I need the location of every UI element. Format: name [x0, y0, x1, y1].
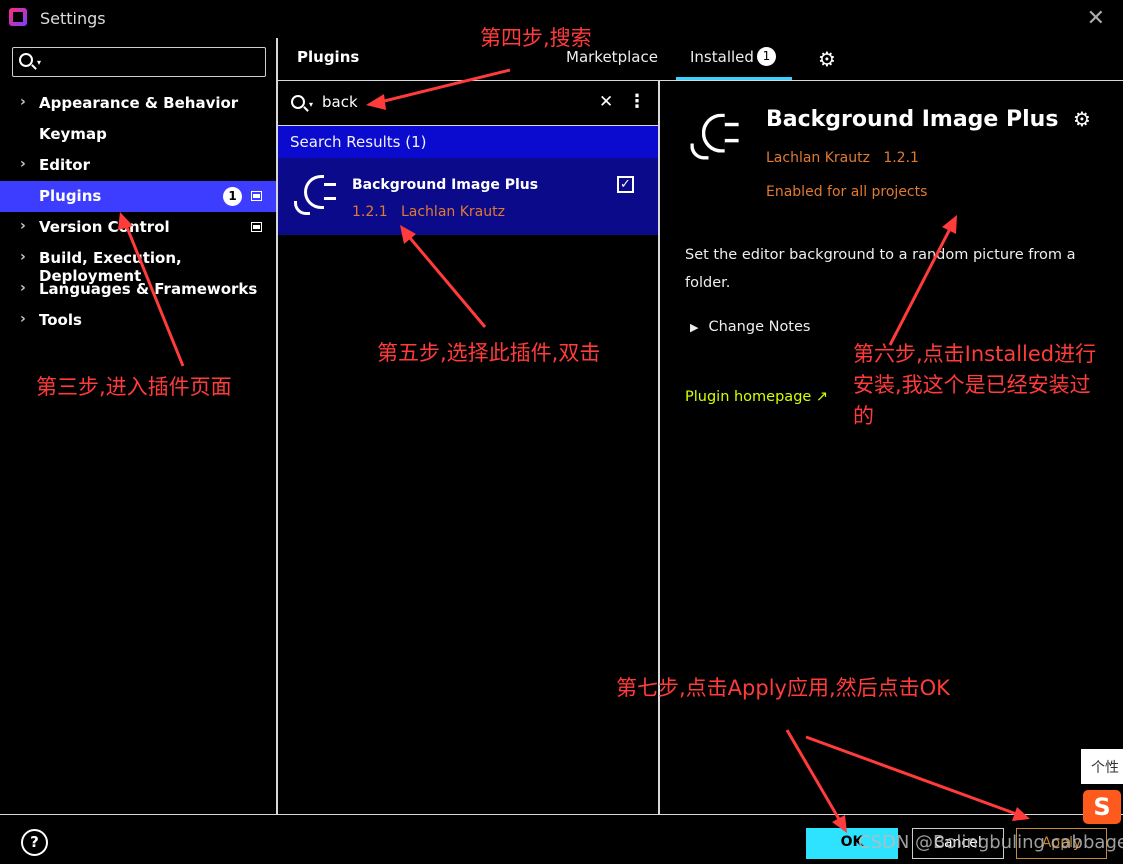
- project-scope-icon: [251, 222, 262, 232]
- tab-installed-label: Installed: [690, 48, 754, 66]
- active-tab-indicator: [676, 77, 792, 80]
- chevron-right-icon: ›: [20, 218, 26, 234]
- sidebar-item-editor[interactable]: › Editor: [0, 150, 276, 181]
- plugin-description: Set the editor background to a random pi…: [685, 247, 1076, 291]
- plugin-plug-icon: [292, 171, 338, 217]
- plugin-search-input[interactable]: back: [322, 93, 358, 111]
- search-results-label: Search Results (1): [290, 133, 427, 151]
- chevron-right-icon: ›: [20, 249, 26, 265]
- plugin-vendor: Lachlan Krautz: [400, 204, 505, 220]
- search-icon: [291, 95, 305, 109]
- chevron-right-icon: ›: [20, 94, 26, 110]
- search-results-header: Search Results (1): [278, 126, 658, 158]
- sidebar-item-version-control[interactable]: › Version Control: [0, 212, 276, 243]
- search-icon: [19, 53, 33, 67]
- settings-sidebar: ▾ › Appearance & Behavior Keymap › Edito…: [0, 38, 276, 814]
- chevron-right-icon: ›: [20, 156, 26, 172]
- plugin-plug-icon: [688, 109, 741, 162]
- sidebar-item-label: Tools: [39, 311, 82, 329]
- plugin-name: Background Image Plus: [352, 177, 539, 193]
- csdn-watermark: CSDN @Bolingbuling cabbage: [858, 832, 1123, 853]
- annotation-step6-line2: 安装,我这个是已经安装过: [853, 373, 1091, 397]
- gear-icon[interactable]: ⚙: [818, 47, 836, 71]
- change-notes-toggle[interactable]: ▶ Change Notes: [690, 319, 810, 335]
- sidebar-item-keymap[interactable]: Keymap: [0, 119, 276, 150]
- annotation-step7: 第七步,点击Apply应用,然后点击OK: [616, 676, 950, 700]
- plugin-version: 1.2.1: [352, 204, 388, 220]
- plugin-detail-pane: Background Image Plus ⚙ Lachlan Krautz 1…: [660, 81, 1123, 814]
- detail-vendor[interactable]: Lachlan Krautz: [766, 150, 870, 166]
- ime-tooltip: 个性: [1081, 749, 1123, 784]
- sidebar-item-label: Plugins: [39, 187, 102, 205]
- plugin-search-field[interactable]: ▾ back ✕ ⋮: [278, 81, 658, 125]
- installed-count-badge: 1: [757, 47, 776, 66]
- detail-plugin-name: Background Image Plus: [766, 107, 1059, 132]
- detail-version: 1.2.1: [883, 150, 919, 166]
- sidebar-item-label: Appearance & Behavior: [39, 94, 239, 112]
- intellij-logo-icon: [9, 8, 27, 26]
- sidebar-item-appearance[interactable]: › Appearance & Behavior: [0, 88, 276, 119]
- enabled-status: Enabled for all projects: [766, 184, 928, 200]
- update-count-badge: 1: [223, 187, 242, 206]
- annotation-step6: 第六步,点击Installed进行 安装,我这个是已经安装过 的: [853, 339, 1096, 432]
- expand-triangle-icon: ▶: [690, 321, 699, 334]
- close-icon[interactable]: ✕: [1087, 6, 1105, 31]
- plugins-header: Plugins Marketplace Installed 1 ⚙: [278, 38, 1123, 80]
- sogou-ime-icon[interactable]: S: [1083, 790, 1121, 824]
- sidebar-item-label: Languages & Frameworks: [39, 280, 258, 298]
- list-item[interactable]: Background Image Plus 1.2.1 Lachlan Krau…: [278, 158, 658, 235]
- dropdown-caret-icon: ▾: [37, 58, 42, 67]
- chevron-right-icon: ›: [20, 311, 26, 327]
- clear-icon[interactable]: ✕: [599, 92, 613, 112]
- annotation-step6-line3: 的: [853, 404, 874, 428]
- settings-search-field[interactable]: ▾: [12, 47, 266, 77]
- window-title: Settings: [40, 9, 106, 28]
- annotation-step3: 第三步,进入插件页面: [36, 375, 232, 399]
- sidebar-item-label: Keymap: [39, 125, 107, 143]
- chevron-right-icon: ›: [20, 280, 26, 296]
- dialog-footer: ? OK Cancel Apply CSDN @Bolingbuling cab…: [0, 815, 1123, 864]
- settings-search-input[interactable]: [51, 52, 261, 72]
- more-options-icon[interactable]: ⋮: [628, 91, 646, 112]
- gear-icon[interactable]: ⚙: [1073, 107, 1091, 131]
- detail-vendor-version: Lachlan Krautz 1.2.1: [766, 150, 919, 166]
- plugin-meta: 1.2.1 Lachlan Krautz: [352, 204, 505, 220]
- annotation-step5: 第五步,选择此插件,双击: [377, 341, 601, 365]
- sidebar-item-plugins[interactable]: Plugins 1: [0, 181, 276, 212]
- help-icon[interactable]: ?: [21, 829, 48, 856]
- sidebar-item-languages[interactable]: › Languages & Frameworks: [0, 274, 276, 305]
- enable-checkbox[interactable]: ✓: [617, 176, 634, 193]
- sidebar-item-label: Version Control: [39, 218, 170, 236]
- tab-installed[interactable]: Installed 1: [676, 38, 792, 80]
- plugin-list-pane: ▾ back ✕ ⋮ Search Results (1) Background…: [278, 81, 658, 814]
- settings-nav: › Appearance & Behavior Keymap › Editor …: [0, 88, 276, 336]
- project-scope-icon: [251, 191, 262, 201]
- dropdown-caret-icon: ▾: [309, 100, 314, 109]
- plugin-homepage-link[interactable]: Plugin homepage ↗: [685, 389, 828, 405]
- sidebar-item-build[interactable]: › Build, Execution, Deployment: [0, 243, 276, 285]
- annotation-step6-line1: 第六步,点击Installed进行: [853, 342, 1097, 366]
- sidebar-item-tools[interactable]: › Tools: [0, 305, 276, 336]
- sidebar-item-label: Editor: [39, 156, 90, 174]
- change-notes-label: Change Notes: [708, 319, 811, 335]
- annotation-step4: 第四步,搜索: [480, 26, 592, 50]
- page-title: Plugins: [297, 48, 360, 66]
